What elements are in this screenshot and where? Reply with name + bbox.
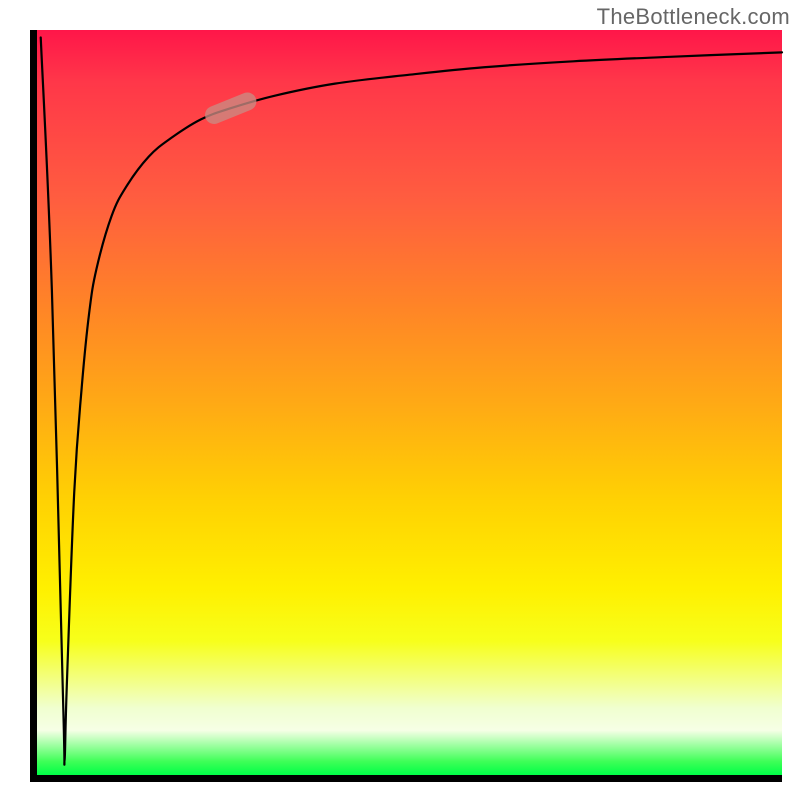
curve-marker [202, 90, 259, 127]
bottleneck-curve [41, 37, 782, 764]
chart-viewport: TheBottleneck.com [0, 0, 800, 800]
x-axis [30, 775, 782, 782]
y-axis [30, 30, 37, 782]
curve-layer [37, 30, 782, 775]
attribution-watermark: TheBottleneck.com [597, 4, 790, 30]
